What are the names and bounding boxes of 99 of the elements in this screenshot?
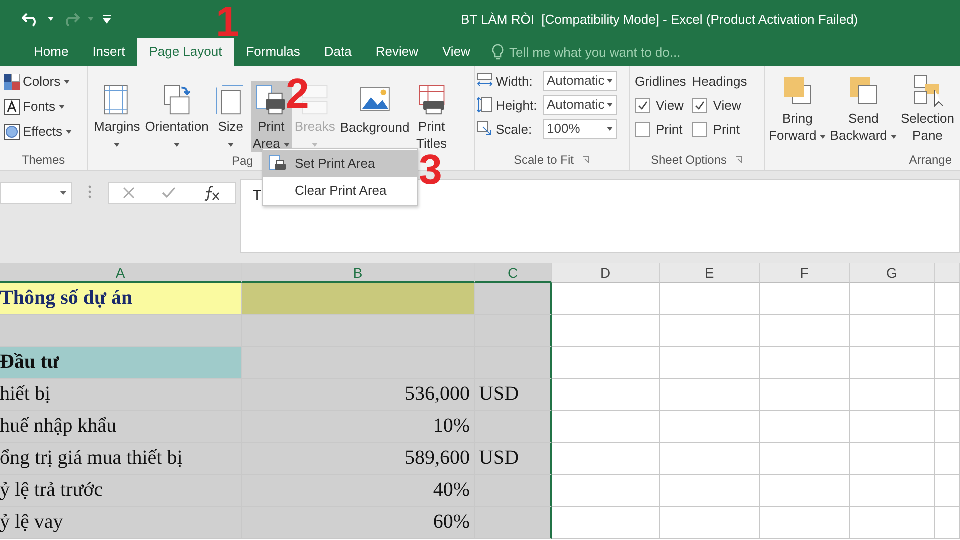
caret-icon [88, 17, 94, 21]
table-cell: ỷ lệ trả trước [0, 475, 242, 507]
column-header[interactable]: F [760, 263, 850, 283]
column-header[interactable]: B [242, 263, 475, 283]
column-header[interactable]: A [0, 263, 242, 283]
printer-icon [269, 154, 287, 172]
table-cell: USD [475, 443, 552, 475]
checkbox[interactable] [635, 98, 650, 112]
table-cell [935, 443, 960, 475]
menu-item[interactable]: Set Print Area [263, 150, 417, 177]
table-cell: Thông số dự án [0, 283, 242, 315]
caret-icon [114, 142, 120, 147]
launcher-icon [582, 156, 590, 164]
table-cell: ỷ lệ vay [0, 507, 242, 539]
caret-icon [607, 127, 613, 131]
height-icon [477, 97, 493, 113]
table-cell: 589,600 [242, 443, 475, 475]
theme-menu-button[interactable]: Fonts [23, 99, 56, 114]
checkbox-label: View [713, 98, 742, 112]
ribbon-tab[interactable]: Review [364, 38, 430, 66]
ribbon-button[interactable]: Selection Pane [899, 71, 956, 150]
table-cell [935, 379, 960, 411]
column-header[interactable] [935, 263, 960, 283]
column-header[interactable]: D [552, 263, 660, 283]
column-header[interactable]: G [850, 263, 935, 283]
field-label: Scale: [496, 122, 534, 136]
column-header[interactable]: E [660, 263, 760, 283]
table-cell: USD [475, 379, 552, 411]
width-icon [477, 73, 493, 89]
close-icon[interactable] [122, 186, 136, 200]
table-cell: hiết bị [0, 379, 242, 411]
function-icon[interactable] [202, 185, 222, 201]
window-title: BT LÀM RÒI [Compatibility Mode] - Excel (Product Activation Failed) [461, 12, 858, 26]
group-label: Scale to Fit [514, 153, 574, 167]
option-heading: Gridlines [635, 72, 686, 90]
option-heading: Headings [692, 72, 748, 91]
ribbon-button[interactable]: Bring Forward [767, 71, 828, 150]
caret-icon [607, 79, 613, 83]
ribbon-button[interactable]: Orientation [143, 81, 211, 152]
caret-icon [48, 17, 54, 21]
group-label: Sheet Options [650, 153, 728, 167]
caret-icon [228, 142, 234, 147]
dropdown-field[interactable]: Automatic [543, 71, 617, 91]
name-box[interactable] [0, 182, 72, 204]
field-label: Width: [496, 74, 534, 88]
table-cell [935, 475, 960, 507]
checkbox-label: View [656, 98, 684, 112]
color-palette-icon [4, 74, 20, 90]
table-cell [935, 283, 960, 315]
ribbon-tab[interactable]: View [430, 38, 482, 66]
checkbox-label: Print [656, 122, 683, 136]
group-label: Arrange [909, 153, 952, 167]
dropdown-field[interactable]: 100% [543, 119, 617, 139]
table-cell: huế nhập khẩu [0, 411, 242, 443]
table-cell [935, 347, 960, 379]
ribbon-button[interactable]: Print Titles [412, 81, 451, 152]
table-cell: Đầu tư [0, 347, 242, 379]
ribbon-tab[interactable]: Home [22, 38, 81, 66]
dropdown-field[interactable]: Automatic [543, 95, 617, 115]
group-label: Themes [22, 153, 66, 167]
table-cell: ổng trị giá mua thiết bị [0, 443, 242, 475]
checkbox-label: Print [713, 122, 740, 136]
caret-icon [58, 104, 65, 108]
letter-a-icon [4, 98, 20, 114]
customize-icon[interactable] [102, 14, 112, 24]
check-icon[interactable] [160, 186, 177, 200]
scale-icon [477, 121, 493, 137]
checkbox[interactable] [635, 122, 650, 136]
ribbon-button[interactable]: Margins [92, 81, 142, 152]
checkbox[interactable] [692, 122, 708, 136]
ribbon-tab[interactable]: Insert [80, 38, 138, 66]
menu-item[interactable]: Clear Print Area [263, 177, 417, 204]
caret-icon [820, 134, 826, 139]
caret-icon [891, 134, 897, 139]
theme-menu-button[interactable]: Effects [23, 124, 63, 139]
lightbulb-icon [492, 44, 504, 60]
caret-icon [174, 142, 180, 147]
caret-icon [66, 130, 72, 134]
table-cell [935, 315, 960, 347]
table-cell: 10% [242, 411, 475, 443]
table-cell: 40% [242, 475, 475, 507]
caret-icon [60, 191, 67, 195]
group-label: Pag [232, 154, 254, 168]
circle-icon [4, 124, 20, 140]
caret-icon [607, 103, 613, 107]
checkbox[interactable] [692, 98, 708, 112]
column-header[interactable]: C [475, 263, 552, 283]
table-cell [935, 411, 960, 443]
theme-menu-button[interactable]: Colors [23, 74, 61, 89]
table-cell: 536,000 [242, 379, 475, 411]
table-cell: 60% [242, 507, 475, 539]
ribbon-button[interactable]: Send Backward [828, 71, 899, 150]
ribbon-tab[interactable]: Page Layout [137, 38, 234, 66]
grip-icon [88, 185, 92, 199]
ribbon-tab[interactable]: Data [312, 38, 364, 66]
launcher-icon [735, 156, 744, 164]
caret-icon [64, 80, 70, 84]
field-label: Height: [496, 98, 538, 112]
ribbon-button[interactable]: Size [212, 81, 250, 152]
